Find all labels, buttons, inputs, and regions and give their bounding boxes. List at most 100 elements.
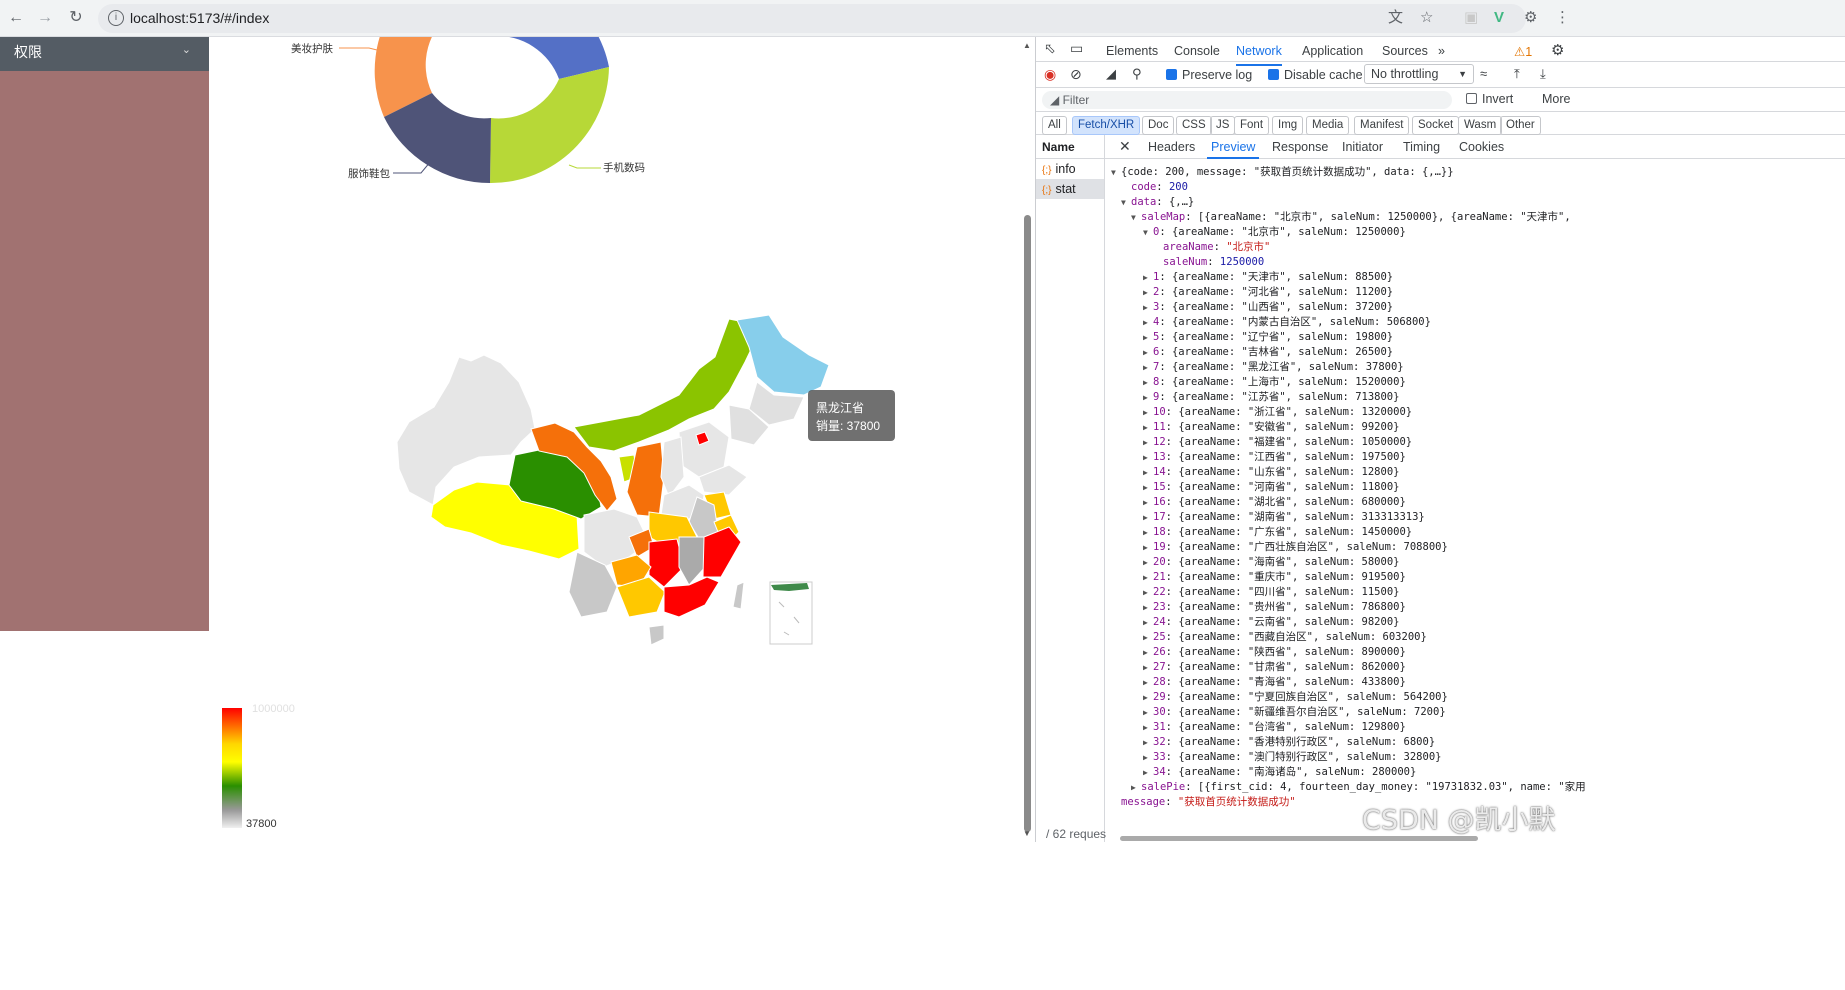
json-salemap-item[interactable]: ▶ 30: {areaName: "新疆维吾尔自治区", saleNum: 720… — [1111, 705, 1586, 720]
close-icon[interactable]: ✕ — [1119, 138, 1131, 155]
site-info-icon[interactable]: i — [108, 10, 124, 26]
json-root-node[interactable]: ▼ {code: 200, message: "获取首页统计数据成功", data… — [1111, 165, 1586, 180]
expand-arrow-icon[interactable]: ▶ — [1143, 450, 1153, 465]
json-salemap-item[interactable]: ▶ 9: {areaName: "江苏省", saleNum: 713800} — [1111, 390, 1586, 405]
disable-cache-checkbox[interactable]: Disable cache — [1268, 68, 1363, 82]
json-salemap-item[interactable]: ▶ 2: {areaName: "河北省", saleNum: 11200} — [1111, 285, 1586, 300]
inspect-element-icon[interactable]: ⬁ — [1044, 40, 1056, 57]
json-salemap-item[interactable]: ▶ 15: {areaName: "河南省", saleNum: 11800} — [1111, 480, 1586, 495]
json-salemap-item[interactable]: ▶ 13: {areaName: "江西省", saleNum: 197500} — [1111, 450, 1586, 465]
tab-cookies[interactable]: Cookies — [1459, 140, 1504, 154]
expand-arrow-icon[interactable]: ▶ — [1143, 585, 1153, 600]
tab-preview[interactable]: Preview — [1206, 140, 1260, 159]
china-sales-map[interactable] — [396, 314, 830, 646]
back-icon[interactable]: ← — [6, 8, 26, 28]
preserve-log-checkbox[interactable]: Preserve log — [1166, 68, 1252, 82]
expand-arrow-icon[interactable]: ▼ — [1131, 210, 1141, 225]
tab-application[interactable]: Application — [1302, 44, 1363, 58]
expand-arrow-icon[interactable]: ▶ — [1143, 540, 1153, 555]
filter-doc[interactable]: Doc — [1142, 116, 1175, 135]
filter-other[interactable]: Other — [1500, 116, 1541, 135]
settings-gear-icon[interactable]: ⚙ — [1551, 41, 1564, 59]
expand-arrow-icon[interactable]: ▶ — [1143, 480, 1153, 495]
filter-fetch-xhr[interactable]: Fetch/XHR — [1072, 116, 1141, 135]
json-salemap-item[interactable]: ▶ 22: {areaName: "四川省", saleNum: 11500} — [1111, 585, 1586, 600]
expand-arrow-icon[interactable]: ▶ — [1143, 390, 1153, 405]
tab-elements[interactable]: Elements — [1106, 44, 1158, 58]
json-salemap-item[interactable]: ▶ 7: {areaName: "黑龙江省", saleNum: 37800} — [1111, 360, 1586, 375]
reload-icon[interactable]: ↻ — [66, 8, 86, 28]
search-icon[interactable]: ⚲ — [1132, 66, 1142, 82]
filter-funnel-icon[interactable]: ◢ — [1106, 66, 1116, 82]
vue-devtools-icon[interactable]: V — [1494, 8, 1504, 28]
expand-arrow-icon[interactable]: ▶ — [1143, 555, 1153, 570]
page-scrollbar[interactable]: ▲ ▼ — [1020, 37, 1035, 842]
expand-arrow-icon[interactable]: ▶ — [1143, 510, 1153, 525]
filter-input[interactable]: ◢ Filter — [1042, 91, 1452, 109]
tab-timing[interactable]: Timing — [1403, 140, 1440, 154]
json-salemap-item[interactable]: ▶ 6: {areaName: "吉林省", saleNum: 26500} — [1111, 345, 1586, 360]
expand-arrow-icon[interactable]: ▶ — [1143, 315, 1153, 330]
json-salemap-item[interactable]: ▶ 14: {areaName: "山东省", saleNum: 12800} — [1111, 465, 1586, 480]
visual-map-gradient[interactable] — [222, 708, 242, 828]
url-text[interactable]: localhost:5173/#/index — [130, 10, 269, 26]
invert-checkbox[interactable]: Invert — [1466, 92, 1513, 106]
expand-arrow-icon[interactable]: ▶ — [1143, 330, 1153, 345]
scrollbar-thumb[interactable] — [1024, 215, 1031, 832]
region-shaanxi[interactable] — [626, 441, 665, 518]
browser-menu-icon[interactable]: ⋮ — [1555, 8, 1570, 28]
expand-arrow-icon[interactable]: ▶ — [1143, 525, 1153, 540]
tab-headers[interactable]: Headers — [1148, 140, 1195, 154]
filter-css[interactable]: CSS — [1176, 116, 1212, 135]
json-salemap-node[interactable]: ▼ saleMap: [{areaName: "北京市", saleNum: 12… — [1111, 210, 1586, 225]
forward-icon[interactable]: → — [35, 8, 55, 28]
region-taiwan[interactable] — [732, 581, 745, 610]
json-salemap-item[interactable]: ▶ 5: {areaName: "辽宁省", saleNum: 19800} — [1111, 330, 1586, 345]
json-salemap-item[interactable]: ▶ 34: {areaName: "南海诸岛", saleNum: 280000} — [1111, 765, 1586, 780]
json-salemap-item[interactable]: ▶ 10: {areaName: "浙江省", saleNum: 1320000} — [1111, 405, 1586, 420]
json-salemap-item[interactable]: ▶ 16: {areaName: "湖北省", saleNum: 680000} — [1111, 495, 1586, 510]
request-row-info[interactable]: {;} info — [1036, 159, 1104, 179]
json-salemap-item[interactable]: ▶ 17: {areaName: "湖南省", saleNum: 31331331… — [1111, 510, 1586, 525]
json-salemap-item[interactable]: ▶ 3: {areaName: "山西省", saleNum: 37200} — [1111, 300, 1586, 315]
json-salemap-item[interactable]: ▶ 31: {areaName: "台湾省", saleNum: 129800} — [1111, 720, 1586, 735]
json-salemap-item[interactable]: ▶ 23: {areaName: "贵州省", saleNum: 786800} — [1111, 600, 1586, 615]
more-filters-button[interactable]: More — [1542, 92, 1570, 106]
extension-icon[interactable]: ▣ — [1464, 8, 1478, 28]
expand-arrow-icon[interactable]: ▶ — [1143, 735, 1153, 750]
expand-arrow-icon[interactable]: ▼ — [1121, 195, 1131, 210]
json-salemap-item[interactable]: ▶ 33: {areaName: "澳门特别行政区", saleNum: 3280… — [1111, 750, 1586, 765]
address-bar[interactable]: i localhost:5173/#/index 文 ☆ — [98, 4, 1526, 33]
bookmark-star-icon[interactable]: ☆ — [1420, 8, 1433, 28]
expand-arrow-icon[interactable]: ▶ — [1143, 465, 1153, 480]
expand-arrow-icon[interactable]: ▶ — [1143, 645, 1153, 660]
expand-arrow-icon[interactable]: ▶ — [1143, 630, 1153, 645]
expand-arrow-icon[interactable]: ▶ — [1143, 765, 1153, 780]
expand-arrow-icon[interactable]: ▶ — [1143, 435, 1153, 450]
json-salemap-item[interactable]: ▶ 8: {areaName: "上海市", saleNum: 1520000} — [1111, 375, 1586, 390]
tab-network[interactable]: Network — [1236, 44, 1282, 66]
json-salemap-item[interactable]: ▶ 11: {areaName: "安徽省", saleNum: 99200} — [1111, 420, 1586, 435]
json-salemap-item[interactable]: ▶ 20: {areaName: "海南省", saleNum: 58000} — [1111, 555, 1586, 570]
expand-arrow-icon[interactable]: ▼ — [1111, 165, 1121, 180]
clear-icon[interactable]: ⊘ — [1070, 66, 1082, 83]
device-toolbar-icon[interactable]: ▭ — [1070, 40, 1083, 57]
json-salemap-item[interactable]: ▶ 32: {areaName: "香港特别行政区", saleNum: 6800… — [1111, 735, 1586, 750]
json-salemap-item[interactable]: ▶ 1: {areaName: "天津市", saleNum: 88500} — [1111, 270, 1586, 285]
filter-manifest[interactable]: Manifest — [1354, 116, 1410, 135]
expand-arrow-icon[interactable]: ▶ — [1143, 705, 1153, 720]
network-conditions-icon[interactable]: ≈ — [1480, 66, 1487, 81]
expand-arrow-icon[interactable]: ▶ — [1143, 675, 1153, 690]
region-inner-mongolia[interactable] — [573, 318, 758, 452]
json-salemap-item[interactable]: ▶ 19: {areaName: "广西壮族自治区", saleNum: 7088… — [1111, 540, 1586, 555]
region-guangdong[interactable] — [663, 576, 720, 618]
name-column-header[interactable]: Name — [1036, 135, 1104, 159]
filter-all[interactable]: All — [1042, 116, 1067, 135]
expand-arrow-icon[interactable]: ▶ — [1143, 270, 1153, 285]
json-salemap-item[interactable]: ▶ 21: {areaName: "重庆市", saleNum: 919500} — [1111, 570, 1586, 585]
scroll-up-icon[interactable]: ▲ — [1023, 41, 1031, 50]
json-salemap-item[interactable]: ▶ 4: {areaName: "内蒙古自治区", saleNum: 506800… — [1111, 315, 1586, 330]
expand-arrow-icon[interactable]: ▶ — [1143, 345, 1153, 360]
json-salemap-item[interactable]: ▶ 24: {areaName: "云南省", saleNum: 98200} — [1111, 615, 1586, 630]
import-har-icon[interactable]: ⤒ — [1514, 66, 1520, 82]
